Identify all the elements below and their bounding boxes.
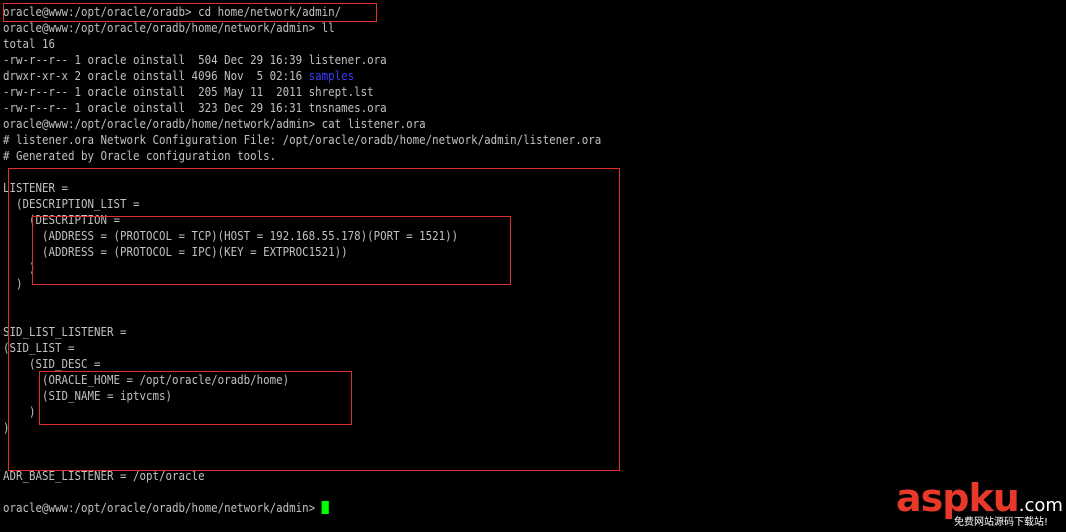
- terminal-text: -rw-r--r-- 1 oracle oinstall 205 May 11 …: [3, 85, 374, 99]
- terminal-text: LISTENER =: [3, 181, 69, 195]
- terminal-line: # Generated by Oracle configuration tool…: [3, 148, 957, 164]
- terminal-output[interactable]: oracle@www:/opt/oracle/oradb> cd home/ne…: [3, 4, 1063, 516]
- terminal-text: oracle@www:/opt/oracle/oradb/home/networ…: [3, 21, 335, 35]
- terminal-line: oracle@www:/opt/oracle/oradb/home/networ…: [3, 20, 957, 36]
- watermark-tagline: 免费网站源码下载站!: [954, 517, 1049, 528]
- cursor-block: [321, 501, 329, 514]
- terminal-text: (ADDRESS = (PROTOCOL = TCP)(HOST = 192.1…: [3, 229, 459, 243]
- terminal-text: (DESCRIPTION =: [3, 213, 121, 227]
- terminal-text: oracle@www:/opt/oracle/oradb> cd home/ne…: [3, 5, 342, 19]
- terminal-line: drwxr-xr-x 2 oracle oinstall 4096 Nov 5 …: [3, 68, 957, 84]
- terminal-line: (ORACLE_HOME = /opt/oracle/oradb/home): [3, 372, 957, 388]
- terminal-text: (SID_LIST =: [3, 341, 75, 355]
- terminal-line: (ADDRESS = (PROTOCOL = IPC)(KEY = EXTPRO…: [3, 244, 957, 260]
- terminal-text: oracle@www:/opt/oracle/oradb/home/networ…: [3, 117, 426, 131]
- directory-name: samples: [308, 69, 355, 83]
- terminal-line: ): [3, 420, 957, 436]
- terminal-line: ADR_BASE_LISTENER = /opt/oracle: [3, 468, 957, 484]
- watermark-logo: aspku.com 免费网站源码下载站!: [896, 478, 1063, 528]
- terminal-text: total 16: [3, 37, 56, 51]
- terminal-text: (SID_DESC =: [3, 357, 101, 371]
- terminal-text: -rw-r--r-- 1 oracle oinstall 504 Dec 29 …: [3, 53, 387, 67]
- terminal-line: oracle@www:/opt/oracle/oradb> cd home/ne…: [3, 4, 957, 20]
- terminal-text: drwxr-xr-x 2 oracle oinstall 4096 Nov 5 …: [3, 69, 309, 83]
- terminal-text: # Generated by Oracle configuration tool…: [3, 149, 277, 163]
- terminal-text: (SID_NAME = iptvcms): [3, 389, 173, 403]
- terminal-line: ): [3, 260, 957, 276]
- terminal-text: -rw-r--r-- 1 oracle oinstall 323 Dec 29 …: [3, 101, 387, 115]
- terminal-text: SID_LIST_LISTENER =: [3, 325, 127, 339]
- terminal-line: -rw-r--r-- 1 oracle oinstall 504 Dec 29 …: [3, 52, 957, 68]
- terminal-line: (SID_LIST =: [3, 340, 957, 356]
- terminal-text: ): [3, 261, 36, 275]
- terminal-line: LISTENER =: [3, 180, 957, 196]
- terminal-text: ): [3, 421, 10, 435]
- terminal-line: total 16: [3, 36, 957, 52]
- terminal-line: ): [3, 276, 957, 292]
- terminal-line: SID_LIST_LISTENER =: [3, 324, 957, 340]
- terminal-text: (DESCRIPTION_LIST =: [3, 197, 140, 211]
- terminal-line: (SID_DESC =: [3, 356, 957, 372]
- terminal-line: # listener.ora Network Configuration Fil…: [3, 132, 957, 148]
- terminal-text: (ORACLE_HOME = /opt/oracle/oradb/home): [3, 373, 290, 387]
- terminal-line: (DESCRIPTION =: [3, 212, 957, 228]
- terminal-text: # listener.ora Network Configuration Fil…: [3, 133, 602, 147]
- terminal-text: ADR_BASE_LISTENER = /opt/oracle: [3, 469, 205, 483]
- terminal-text: ): [3, 277, 23, 291]
- terminal-line: oracle@www:/opt/oracle/oradb/home/networ…: [3, 116, 957, 132]
- terminal-line: -rw-r--r-- 1 oracle oinstall 323 Dec 29 …: [3, 100, 957, 116]
- terminal-line: oracle@www:/opt/oracle/oradb/home/networ…: [3, 500, 957, 516]
- terminal-line: (SID_NAME = iptvcms): [3, 388, 957, 404]
- terminal-text: ): [3, 405, 36, 419]
- terminal-text: (ADDRESS = (PROTOCOL = IPC)(KEY = EXTPRO…: [3, 245, 348, 259]
- terminal-line: ): [3, 404, 957, 420]
- terminal-line: (DESCRIPTION_LIST =: [3, 196, 957, 212]
- terminal-line: (ADDRESS = (PROTOCOL = TCP)(HOST = 192.1…: [3, 228, 957, 244]
- terminal-text: oracle@www:/opt/oracle/oradb/home/networ…: [3, 501, 322, 515]
- terminal-line: -rw-r--r-- 1 oracle oinstall 205 May 11 …: [3, 84, 957, 100]
